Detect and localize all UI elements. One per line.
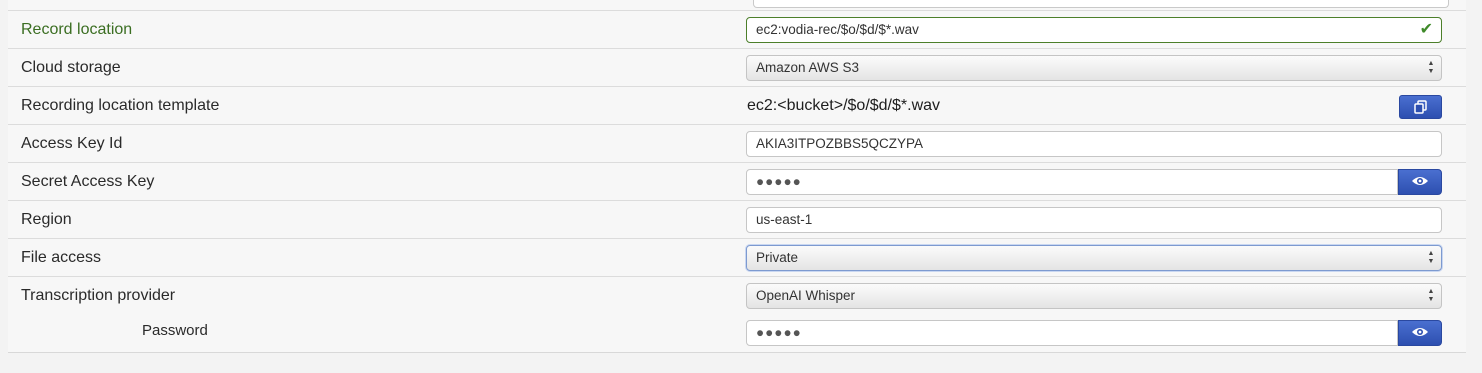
secret-access-key-value: ●●●●● [756,174,802,189]
transcription-provider-select[interactable]: OpenAI Whisper ▲ ▼ [746,283,1442,309]
cloud-storage-select[interactable]: Amazon AWS S3 ▲ ▼ [746,55,1442,81]
password-label: Password [142,322,208,339]
file-access-value: Private [756,250,799,265]
file-access-label: File access [21,249,102,266]
reveal-secret-button[interactable] [1398,169,1442,195]
region-value: us-east-1 [756,212,813,227]
password-value: ●●●●● [756,325,802,340]
transcription-provider-value: OpenAI Whisper [756,288,856,303]
secret-access-key-label: Secret Access Key [21,173,155,190]
copy-template-button[interactable] [1399,95,1442,119]
row-record-location: Record location ec2:vodia-rec/$o/$d/$*.w… [8,10,1466,48]
access-key-id-value: AKIA3ITPOZBBS5QCZYPA [756,136,924,151]
record-location-input[interactable]: ec2:vodia-rec/$o/$d/$*.wav ✔ [746,17,1442,43]
transcription-provider-label: Transcription provider [21,287,176,304]
check-icon: ✔ [1419,21,1433,38]
row-password: Password ●●●●● [8,312,1466,352]
row-secret-access-key: Secret Access Key ●●●●● [8,162,1466,200]
password-input[interactable]: ●●●●● [746,320,1398,346]
select-arrows-icon: ▲ ▼ [1427,60,1435,75]
eye-icon [1412,177,1428,185]
record-location-value: ec2:vodia-rec/$o/$d/$*.wav [756,22,919,37]
row-cloud-storage: Cloud storage Amazon AWS S3 ▲ ▼ [8,48,1466,86]
access-key-id-input[interactable]: AKIA3ITPOZBBS5QCZYPA [746,131,1442,157]
region-input[interactable]: us-east-1 [746,207,1442,233]
cloud-storage-label: Cloud storage [21,59,121,76]
region-label: Region [21,211,72,228]
row-region: Region us-east-1 [8,200,1466,238]
file-access-select[interactable]: Private ▲ ▼ [746,245,1442,271]
recording-location-template-value: ec2:<bucket>/$o/$d/$*.wav [747,97,941,114]
copy-icon [1413,100,1427,114]
previous-field-edge [753,0,1449,8]
settings-panel: Record location ec2:vodia-rec/$o/$d/$*.w… [8,0,1466,353]
cloud-storage-value: Amazon AWS S3 [756,60,860,75]
row-access-key-id: Access Key Id AKIA3ITPOZBBS5QCZYPA [8,124,1466,162]
record-location-label: Record location [21,21,133,38]
eye-icon [1412,328,1428,336]
access-key-id-label: Access Key Id [21,135,123,152]
select-arrows-icon: ▲ ▼ [1427,250,1435,265]
reveal-password-button[interactable] [1398,320,1442,346]
row-recording-location-template: Recording location template ec2:<bucket>… [8,86,1466,124]
row-transcription-provider: Transcription provider OpenAI Whisper ▲ ▼ [8,276,1466,314]
row-file-access: File access Private ▲ ▼ [8,238,1466,276]
secret-access-key-input[interactable]: ●●●●● [746,169,1398,195]
recording-location-template-label: Recording location template [21,97,220,114]
select-arrows-icon: ▲ ▼ [1427,288,1435,303]
